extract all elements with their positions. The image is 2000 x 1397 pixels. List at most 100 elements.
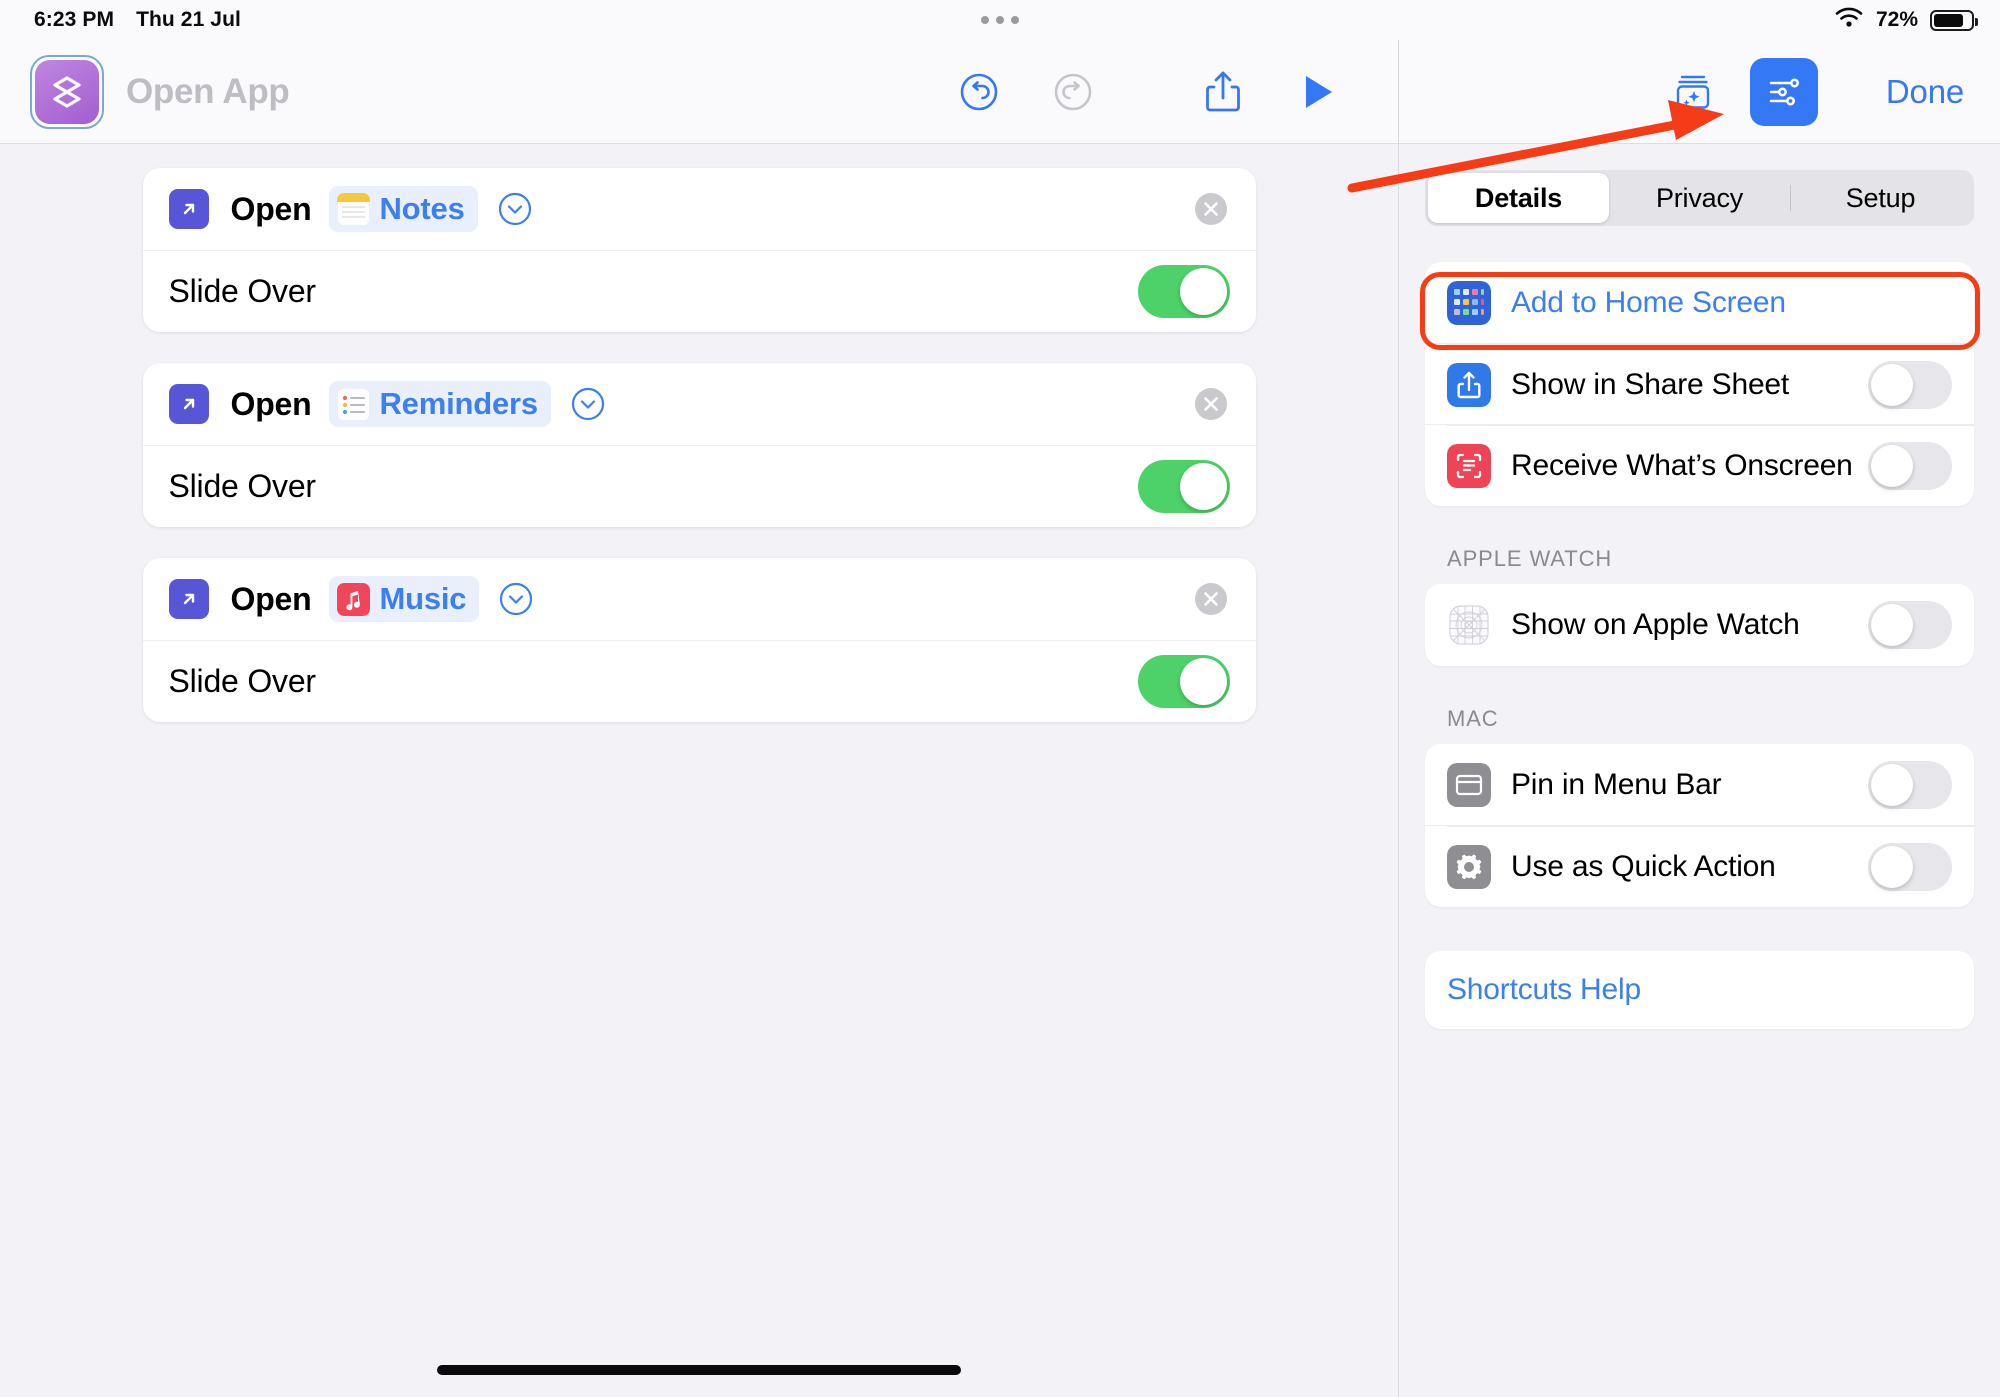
option-label: Slide Over xyxy=(168,468,317,504)
action-header-row[interactable]: Open Music xyxy=(143,558,1256,640)
close-circle-icon[interactable] xyxy=(1192,385,1230,423)
action-card[interactable]: Open Reminders Slide Over xyxy=(142,363,1256,527)
app-parameter-token[interactable]: Notes xyxy=(329,186,478,232)
shortcut-editor-pane: Open App Open Notes Slide Over Open Remi… xyxy=(0,40,1399,1397)
battery-icon xyxy=(1930,9,1978,31)
row-pin-in-menu-bar[interactable]: Pin in Menu Bar xyxy=(1425,744,1974,826)
add-action-sparkle-icon[interactable] xyxy=(1650,55,1736,129)
row-label: Use as Quick Action xyxy=(1511,849,1776,883)
status-bar-left: 6:23 PM Thu 21 Jul xyxy=(34,8,241,32)
page-title: Open App xyxy=(126,71,290,111)
open-app-arrow-icon xyxy=(168,384,209,424)
chevron-down-circle-icon[interactable] xyxy=(497,580,535,618)
pin-menu-bar-toggle[interactable] xyxy=(1868,761,1952,809)
row-label: Show in Share Sheet xyxy=(1511,367,1790,401)
done-button[interactable]: Done xyxy=(1886,73,1964,111)
split-view: Open App Open Notes Slide Over Open Remi… xyxy=(0,40,2000,1397)
editor-toolbar: Open App xyxy=(0,40,1398,144)
apple-watch-icon xyxy=(1447,603,1491,647)
layers-stack-icon xyxy=(35,59,99,124)
row-receive-whats-onscreen[interactable]: Receive What’s Onscreen xyxy=(1425,424,1974,506)
play-icon[interactable] xyxy=(1270,55,1364,129)
tab-privacy[interactable]: Privacy xyxy=(1609,173,1790,223)
row-shortcuts-help[interactable]: Shortcuts Help xyxy=(1425,951,1974,1029)
home-indicator xyxy=(437,1365,961,1375)
tab-setup[interactable]: Setup xyxy=(1790,173,1971,223)
row-use-as-quick-action[interactable]: Use as Quick Action xyxy=(1425,825,1974,907)
action-list: Open Notes Slide Over Open Reminders Sli… xyxy=(0,144,1398,1397)
action-verb: Open xyxy=(230,580,312,617)
share-sheet-toggle[interactable] xyxy=(1868,360,1952,409)
row-label: Pin in Menu Bar xyxy=(1511,768,1722,801)
details-group-mac: Pin in Menu Bar Use as Quick Action xyxy=(1425,744,1974,907)
details-group-help: Shortcuts Help xyxy=(1425,951,1974,1029)
sliders-settings-icon[interactable] xyxy=(1749,57,1818,126)
action-card[interactable]: Open Notes Slide Over xyxy=(142,168,1256,332)
shortcuts-help-label: Shortcuts Help xyxy=(1447,973,1641,1006)
section-header-mac: MAC xyxy=(1447,706,1499,731)
action-option-row[interactable]: Slide Over xyxy=(142,640,1256,722)
details-group-apple-watch: Show on Apple Watch xyxy=(1425,584,1974,666)
details-group-general: Add to Home Screen Show in Share Sheet R… xyxy=(1425,262,1974,506)
battery-percent: 72% xyxy=(1875,8,1918,31)
app-parameter-token[interactable]: Reminders xyxy=(329,381,551,427)
row-show-on-apple-watch[interactable]: Show on Apple Watch xyxy=(1425,584,1974,666)
status-date: Thu 21 Jul xyxy=(136,8,241,31)
undo-circle-icon[interactable] xyxy=(932,55,1026,129)
redo-circle-icon xyxy=(1026,55,1120,129)
action-card[interactable]: Open Music Slide Over xyxy=(142,558,1256,722)
app-name: Reminders xyxy=(379,386,538,421)
tab-details[interactable]: Details xyxy=(1428,173,1609,223)
ipad-screen: 6:23 PM Thu 21 Jul 72% Open App Open Not… xyxy=(0,0,2000,1397)
action-option-row[interactable]: Slide Over xyxy=(142,250,1256,332)
reminders-app-icon xyxy=(337,387,371,421)
slide-over-toggle[interactable] xyxy=(1137,460,1230,513)
details-content: Details Privacy Setup Add to Home Screen… xyxy=(1399,144,2000,1397)
details-toolbar: Done xyxy=(1399,40,2000,144)
row-add-to-home-screen[interactable]: Add to Home Screen xyxy=(1425,262,1974,344)
row-label: Add to Home Screen xyxy=(1511,286,1786,319)
chevron-down-circle-icon[interactable] xyxy=(496,190,534,228)
option-label: Slide Over xyxy=(168,273,317,309)
row-label: Show on Apple Watch xyxy=(1511,608,1800,641)
app-name: Notes xyxy=(379,191,465,226)
open-app-arrow-icon xyxy=(168,579,209,619)
row-label: Receive What’s Onscreen xyxy=(1511,448,1853,482)
shortcut-details-pane: Done Details Privacy Setup Add to Home S… xyxy=(1399,40,2000,1397)
multitasking-dots-icon[interactable] xyxy=(981,16,1019,24)
status-bar: 6:23 PM Thu 21 Jul 72% xyxy=(0,0,2000,40)
share-sheet-icon xyxy=(1447,362,1491,407)
action-header-row[interactable]: Open Notes xyxy=(143,168,1256,250)
details-tab-bar: Details Privacy Setup xyxy=(1425,170,1974,226)
option-label: Slide Over xyxy=(168,663,317,699)
action-header-row[interactable]: Open Reminders xyxy=(143,363,1256,445)
slide-over-toggle[interactable] xyxy=(1137,655,1230,708)
status-bar-center xyxy=(0,16,2000,24)
close-circle-icon[interactable] xyxy=(1192,190,1230,228)
status-time: 6:23 PM xyxy=(34,8,115,31)
row-show-in-share-sheet[interactable]: Show in Share Sheet xyxy=(1425,343,1974,425)
chevron-down-circle-icon[interactable] xyxy=(569,385,607,423)
status-bar-right: 72% xyxy=(1834,6,1978,34)
notes-app-icon xyxy=(337,192,371,226)
apple-watch-toggle[interactable] xyxy=(1868,601,1952,649)
home-screen-grid-icon xyxy=(1447,281,1491,325)
gear-icon xyxy=(1447,844,1491,889)
receive-onscreen-toggle[interactable] xyxy=(1868,441,1952,490)
music-app-icon xyxy=(337,582,371,616)
section-header-apple-watch: APPLE WATCH xyxy=(1447,546,1613,571)
editor-toolbar-actions xyxy=(932,55,1364,129)
app-parameter-token[interactable]: Music xyxy=(329,576,480,622)
app-name: Music xyxy=(379,581,467,616)
onscreen-text-icon xyxy=(1447,443,1491,488)
quick-action-toggle[interactable] xyxy=(1868,842,1952,891)
action-verb: Open xyxy=(230,385,312,422)
wifi-icon xyxy=(1834,6,1864,34)
open-app-arrow-icon xyxy=(168,189,209,229)
menu-bar-icon xyxy=(1447,763,1491,807)
action-option-row[interactable]: Slide Over xyxy=(142,445,1256,527)
close-circle-icon[interactable] xyxy=(1192,580,1230,618)
shortcut-icon-button[interactable] xyxy=(30,54,104,129)
share-icon[interactable] xyxy=(1176,55,1270,129)
slide-over-toggle[interactable] xyxy=(1137,265,1230,318)
